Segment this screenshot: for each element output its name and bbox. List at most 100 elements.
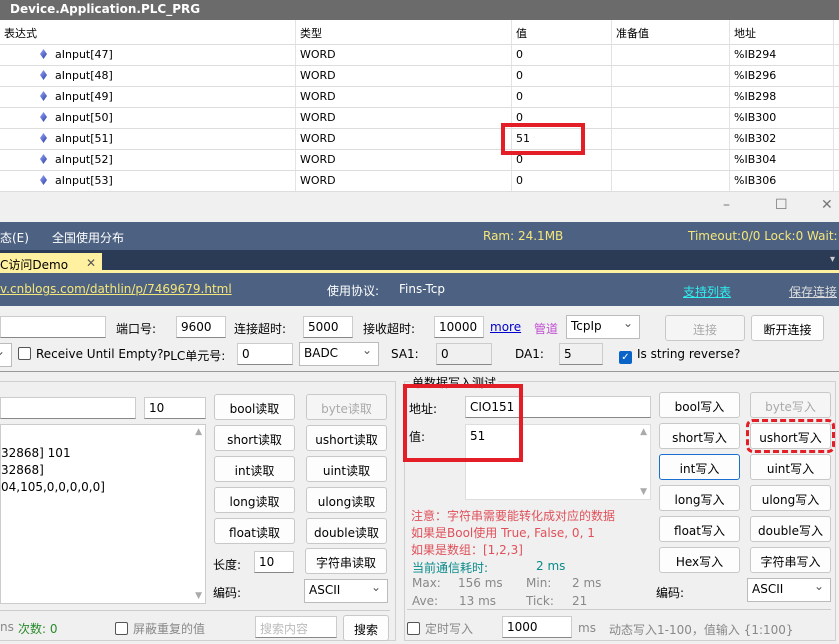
write-button-8[interactable]: float写入 <box>659 516 740 542</box>
string-reverse-checkbox[interactable]: ✓ Is string reverse? <box>619 347 740 364</box>
write-button-9[interactable]: double写入 <box>750 516 831 542</box>
write-button-5[interactable]: uint写入 <box>750 454 831 480</box>
sa1-input[interactable]: 0 <box>436 343 492 365</box>
close-icon[interactable]: ✕ <box>86 256 96 270</box>
close-button[interactable]: ✕ <box>821 197 833 213</box>
search-input[interactable]: 搜索内容 <box>255 616 337 638</box>
write-button-6[interactable]: long写入 <box>659 485 740 511</box>
table-row[interactable]: aInput[49] WORD 0 %IB298 <box>0 87 839 108</box>
byte-order-select[interactable]: BADC <box>299 342 379 366</box>
write-button-7[interactable]: ulong写入 <box>750 485 831 511</box>
interval-unit: ms <box>578 621 596 635</box>
cell-address: %IB298 <box>730 87 834 107</box>
station-select[interactable] <box>0 343 12 367</box>
maximize-button[interactable]: ☐ <box>775 197 788 213</box>
save-connection-link[interactable]: 保存连接 <box>789 283 837 300</box>
cell-prepared[interactable] <box>612 108 730 128</box>
write-button-0[interactable]: bool写入 <box>659 392 740 418</box>
cell-expression: aInput[47] <box>0 45 296 65</box>
col-prepared[interactable]: 准备值 <box>612 20 730 44</box>
col-type[interactable]: 类型 <box>296 20 512 44</box>
pipe-select[interactable]: TcpIp <box>566 315 640 339</box>
interval-input[interactable]: 1000 <box>502 616 572 638</box>
read-button-7[interactable]: ulong读取 <box>306 487 387 513</box>
mask-duplicate-checkbox[interactable]: 屏蔽重复的值 <box>115 620 205 637</box>
receive-until-empty-checkbox[interactable]: Receive Until Empty? <box>18 347 163 361</box>
disconnect-button[interactable]: 断开连接 <box>751 315 824 341</box>
read-button-5[interactable]: uint读取 <box>306 456 387 482</box>
timed-write-checkbox[interactable]: 定时写入 <box>407 620 473 637</box>
read-length-input[interactable]: 10 <box>144 397 206 419</box>
cell-prepared[interactable] <box>612 129 730 149</box>
recv-timeout-input[interactable]: 10000 <box>434 316 484 338</box>
scroll-up-icon[interactable]: ▲ <box>640 427 647 437</box>
expression-text: aInput[52] <box>55 153 113 166</box>
read-button-9[interactable]: double读取 <box>306 518 387 544</box>
read-button-6[interactable]: long读取 <box>214 487 295 513</box>
string-length-input[interactable]: 10 <box>254 551 294 573</box>
variable-icon <box>40 175 47 185</box>
cell-address: %IB296 <box>730 66 834 86</box>
col-value[interactable]: 值 <box>512 20 612 44</box>
note-line: 如果是数组：[1,2,3] <box>411 543 523 557</box>
read-encoding-select[interactable]: ASCII <box>304 579 388 603</box>
search-button[interactable]: 搜索 <box>343 615 389 641</box>
expression-text: aInput[48] <box>55 69 113 82</box>
min-value: 2 ms <box>572 576 602 590</box>
write-encoding-label: 编码: <box>656 586 685 600</box>
write-encoding-select[interactable]: ASCII <box>747 578 831 602</box>
read-button-3[interactable]: ushort读取 <box>306 425 387 451</box>
read-button-2[interactable]: short读取 <box>214 425 295 451</box>
cell-prepared[interactable] <box>612 150 730 170</box>
cell-address: %IB304 <box>730 150 834 170</box>
minimize-button[interactable]: – <box>723 197 730 213</box>
menu-item-distribution[interactable]: 全国使用分布 <box>52 229 124 246</box>
ip-address-input[interactable] <box>0 316 106 338</box>
cell-prepared[interactable] <box>612 45 730 65</box>
cell-prepared[interactable] <box>612 87 730 107</box>
write-button-2[interactable]: short写入 <box>659 423 740 449</box>
read-address-input[interactable] <box>0 397 136 419</box>
table-row[interactable]: aInput[52] WORD 0 %IB304 <box>0 150 839 171</box>
max-value: 156 ms <box>458 576 503 590</box>
col-address[interactable]: 地址 <box>730 20 834 44</box>
more-link[interactable]: more <box>490 320 521 334</box>
table-row[interactable]: aInput[51] WORD 51 %IB302 <box>0 129 839 150</box>
write-button-4[interactable]: int写入 <box>659 454 740 480</box>
da1-input[interactable]: 5 <box>559 343 603 365</box>
connect-button[interactable]: 连接 <box>665 315 745 341</box>
cell-prepared[interactable] <box>612 66 730 86</box>
write-button-11[interactable]: 字符串写入 <box>750 547 831 573</box>
support-list-link[interactable]: 支持列表 <box>683 283 731 300</box>
write-button-3[interactable]: ushort写入 <box>746 419 835 453</box>
read-output-textarea[interactable]: 32868] 101 32868] 04,105,0,0,0,0,0] ▲ ▼ <box>0 424 206 604</box>
elapsed-suffix: ns <box>0 620 14 634</box>
table-row[interactable]: aInput[48] WORD 0 %IB296 <box>0 66 839 87</box>
table-row[interactable]: aInput[53] WORD 0 %IB306 <box>0 171 839 192</box>
cell-prepared[interactable] <box>612 171 730 191</box>
menu-bar: 态(E) 全国使用分布 Ram: 24.1MB Timeout:0/0 Lock… <box>0 222 839 250</box>
table-row[interactable]: aInput[47] WORD 0 %IB294 <box>0 45 839 66</box>
plc-unit-input[interactable]: 0 <box>237 343 293 365</box>
read-button-1[interactable]: byte读取 <box>306 394 387 420</box>
read-button-0[interactable]: bool读取 <box>214 394 295 420</box>
scroll-down-icon[interactable]: ▼ <box>640 487 647 497</box>
min-label: Min: <box>526 576 552 590</box>
string-read-button[interactable]: 字符串读取 <box>305 548 387 574</box>
read-button-4[interactable]: int读取 <box>214 456 295 482</box>
scroll-up-icon[interactable]: ▲ <box>195 427 202 437</box>
table-row[interactable]: aInput[50] WORD 0 %IB300 <box>0 108 839 129</box>
scroll-down-icon[interactable]: ▼ <box>195 591 202 601</box>
blog-link[interactable]: v.cnblogs.com/dathlin/p/7469679.html <box>0 282 232 296</box>
write-button-1[interactable]: byte写入 <box>750 392 831 418</box>
cell-expression: aInput[51] <box>0 129 296 149</box>
tab-overflow-icon[interactable]: ▾ <box>830 254 835 265</box>
variable-icon <box>40 154 47 164</box>
tab-demo[interactable]: C访问Demo ✕ <box>0 253 102 273</box>
col-expression[interactable]: 表达式 <box>0 20 296 44</box>
port-input[interactable]: 9600 <box>176 316 226 338</box>
write-button-10[interactable]: Hex写入 <box>659 547 740 573</box>
read-button-8[interactable]: float读取 <box>214 518 295 544</box>
menu-item-status[interactable]: 态(E) <box>0 229 29 246</box>
conn-timeout-input[interactable]: 5000 <box>303 316 353 338</box>
